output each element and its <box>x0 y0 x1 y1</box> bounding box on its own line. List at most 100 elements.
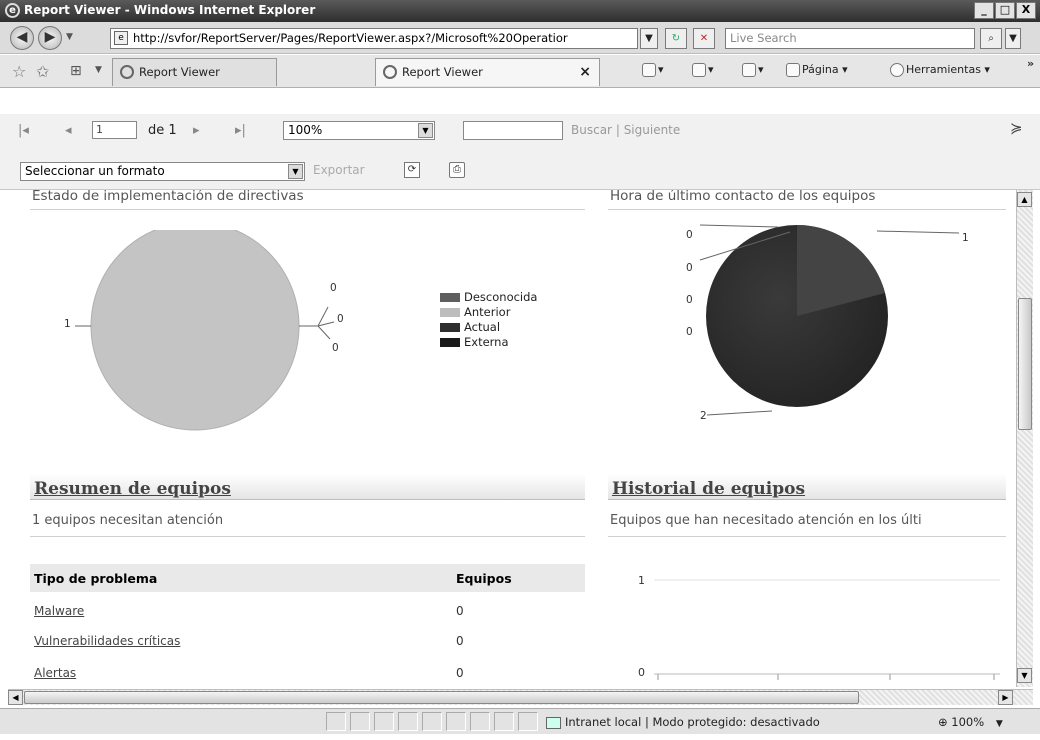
summary-title-link[interactable]: Resumen de equipos <box>34 479 231 499</box>
find-link[interactable]: Buscar <box>571 123 612 137</box>
refresh-report-icon[interactable]: ⟳ <box>404 162 420 178</box>
status-segment <box>350 712 370 731</box>
zoom-select[interactable]: 100% ▼ <box>283 121 435 140</box>
last-page-icon[interactable]: ▸| <box>235 123 246 138</box>
ie-tab-icon <box>383 65 397 79</box>
leader-line <box>699 224 779 228</box>
window-title-bar: e Report Viewer - Windows Internet Explo… <box>0 0 1040 22</box>
vertical-scrollbar[interactable]: ▲ ▼ <box>1016 190 1033 687</box>
scroll-left-icon[interactable]: ◀ <box>8 690 23 705</box>
find-text-input[interactable] <box>463 121 563 140</box>
zoom-dropdown-icon: ▼ <box>995 719 1003 729</box>
home-icon[interactable]: ▾ <box>642 63 664 77</box>
contact-chart-title: Hora de último contacto de los equipos <box>610 190 876 204</box>
problem-link[interactable]: Malware <box>34 604 84 618</box>
horizontal-scrollbar[interactable]: ◀ ▶ <box>8 689 1033 705</box>
contact-pie-chart <box>699 224 960 416</box>
security-zone[interactable]: Intranet local | Modo protegido: desacti… <box>546 715 820 729</box>
first-page-icon[interactable]: |◂ <box>18 123 29 138</box>
add-favorites-icon[interactable]: ✩ <box>36 62 49 81</box>
export-format-select[interactable]: Seleccionar un formato ▼ <box>20 162 305 181</box>
status-zoom-value: 100% <box>951 715 985 729</box>
maximize-button[interactable]: □ <box>995 2 1015 19</box>
print-icon[interactable]: ▾ <box>742 63 764 77</box>
vertical-scroll-thumb[interactable] <box>1018 298 1032 430</box>
leader-line <box>317 321 335 327</box>
forward-button[interactable]: ▶ <box>38 26 62 50</box>
scroll-down-icon[interactable]: ▼ <box>1017 668 1032 683</box>
previous-page-icon[interactable]: ◂ <box>65 123 72 138</box>
collapse-chevron-icon[interactable]: ≽ <box>1010 119 1023 137</box>
refresh-icon[interactable]: ↻ <box>665 28 687 49</box>
status-segment <box>470 712 490 731</box>
legend-label: Desconocida <box>464 290 538 304</box>
status-segment <box>494 712 514 731</box>
page-menu[interactable]: Página ▾ <box>786 63 848 77</box>
next-page-icon[interactable]: ▸ <box>193 123 200 138</box>
stop-icon[interactable]: ✕ <box>693 28 715 49</box>
find-next-link[interactable]: Siguiente <box>624 123 681 137</box>
leader-line <box>876 230 960 234</box>
tab-report-viewer-1[interactable]: Report Viewer <box>112 58 277 86</box>
print-report-icon[interactable]: ⎙ <box>449 162 465 178</box>
leader-line <box>706 410 773 416</box>
pie-data-label: 0 <box>337 313 344 325</box>
tools-menu[interactable]: Herramientas ▾ <box>890 63 990 77</box>
status-segment <box>518 712 538 731</box>
problem-link[interactable]: Vulnerabilidades críticas <box>34 634 180 648</box>
close-window-button[interactable]: X <box>1016 2 1036 19</box>
find-links: Buscar | Siguiente <box>571 123 680 137</box>
tab-list-dropdown-icon[interactable]: ▼ <box>95 65 102 75</box>
status-segment <box>398 712 418 731</box>
pie-data-label: 0 <box>330 282 337 294</box>
minimize-button[interactable]: _ <box>974 2 994 19</box>
legend-entry: Externa <box>440 335 537 350</box>
pie-data-label: 0 <box>686 294 693 306</box>
search-options-button[interactable]: ▼ <box>1005 28 1021 49</box>
search-input[interactable]: Live Search <box>725 28 975 49</box>
page-number-input[interactable]: 1 <box>92 121 137 139</box>
zoom-magnifier-icon: ⊕ <box>938 715 948 729</box>
problem-link[interactable]: Alertas <box>34 666 76 680</box>
tab-report-viewer-2[interactable]: Report Viewer × <box>375 58 600 86</box>
summary-subtitle: 1 equipos necesitan atención <box>32 513 224 528</box>
status-segment <box>374 712 394 731</box>
scroll-up-icon[interactable]: ▲ <box>1017 192 1032 207</box>
pie-slice-anterior <box>90 230 300 431</box>
status-segment <box>422 712 442 731</box>
scroll-right-icon[interactable]: ▶ <box>998 690 1013 705</box>
zoom-value: 100% <box>288 123 323 137</box>
find-separator: | <box>615 123 620 137</box>
page-menu-icon <box>786 63 800 77</box>
status-bar: Intranet local | Modo protegido: desacti… <box>0 708 1040 734</box>
export-link[interactable]: Exportar <box>313 163 365 177</box>
favorites-star-icon[interactable]: ☆ <box>12 62 26 81</box>
legend-entry: Actual <box>440 320 537 335</box>
pie-data-label: 0 <box>686 262 693 274</box>
problem-count: 0 <box>456 604 464 618</box>
divider <box>608 209 1006 210</box>
close-tab-icon[interactable]: × <box>579 59 591 85</box>
y-tick-label: 0 <box>638 666 645 679</box>
tools-gear-icon <box>890 63 904 77</box>
address-dropdown-button[interactable]: ▼ <box>640 28 658 49</box>
horizontal-scroll-thumb[interactable] <box>24 691 859 704</box>
format-dropdown-icon: ▼ <box>288 164 303 179</box>
ie-logo-icon: e <box>5 3 20 18</box>
chevron-more-icon[interactable]: » <box>1027 57 1034 70</box>
quick-tabs-icon[interactable]: ⊞ <box>70 63 82 79</box>
problem-count: 0 <box>456 634 464 648</box>
feeds-icon[interactable]: ▾ <box>692 63 714 77</box>
pie-data-label: 1 <box>64 318 71 330</box>
legend-swatch <box>440 338 460 347</box>
status-zoom-control[interactable]: ⊕ 100% ▼ <box>938 715 1003 729</box>
search-placeholder: Live Search <box>730 31 797 45</box>
page-icon: e <box>114 31 128 45</box>
search-icon[interactable]: ⌕ <box>980 28 1002 49</box>
back-button[interactable]: ◀ <box>10 26 34 50</box>
history-dropdown-icon[interactable]: ▼ <box>66 32 73 42</box>
legend-entry: Anterior <box>440 305 537 320</box>
history-title-link[interactable]: Historial de equipos <box>612 479 805 499</box>
page-menu-label: Página <box>802 63 839 76</box>
address-field[interactable]: e http://svfor/ReportServer/Pages/Report… <box>110 28 638 49</box>
